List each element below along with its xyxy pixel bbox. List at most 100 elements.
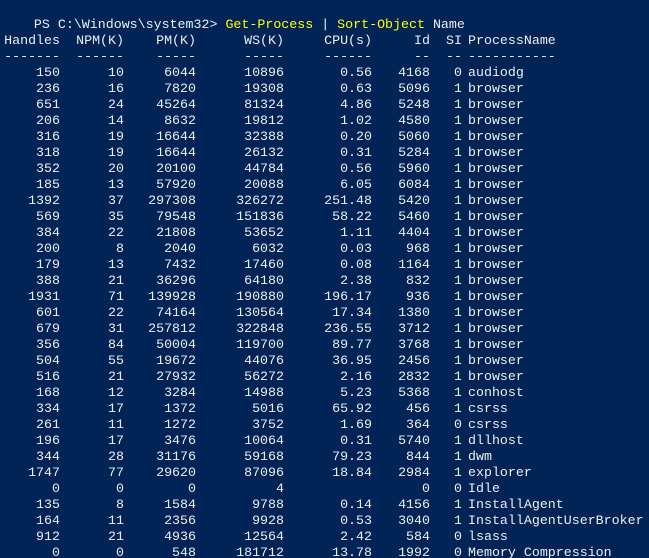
table-row: 200 8 2040 6032 0.03 968 1 browser — [2, 241, 649, 257]
table-row: 516 21 27932 56272 2.16 2832 1 browser — [2, 369, 649, 385]
cell-handles: 344 — [36, 449, 60, 464]
table-row: 388 21 36296 64180 2.38 832 1 browser — [2, 273, 649, 289]
cell-ws: 322848 — [236, 321, 284, 336]
table-row: 344 28 31176 59168 79.23 844 1 dwm — [2, 449, 649, 465]
cell-name: browser — [468, 113, 524, 128]
cell-cpu: 2.42 — [340, 529, 372, 544]
cell-ws: 10064 — [244, 433, 284, 448]
cell-cpu: 1.69 — [340, 417, 372, 432]
table-row: 356 84 50004 119700 89.77 3768 1 browser — [2, 337, 649, 353]
column-header-pm: PM(K) — [156, 33, 196, 48]
cell-ws: 56272 — [244, 369, 284, 384]
cell-cpu: 0.53 — [340, 513, 372, 528]
cell-cpu: 236.55 — [324, 321, 372, 336]
cell-pm: 548 — [172, 545, 196, 558]
cell-si: 1 — [454, 449, 462, 464]
cell-npm: 10 — [108, 65, 124, 80]
cell-pm: 29620 — [156, 465, 196, 480]
cell-cpu: 36.95 — [332, 353, 372, 368]
cell-name: browser — [468, 161, 524, 176]
cell-name: browser — [468, 225, 524, 240]
table-row: 150 10 6044 10896 0.56 4168 0 audiodg — [2, 65, 649, 81]
cell-cpu: 251.48 — [324, 193, 372, 208]
table-row: 316 19 16644 32388 0.20 5060 1 browser — [2, 129, 649, 145]
cell-cpu: 1.02 — [340, 113, 372, 128]
cell-ws: 44784 — [244, 161, 284, 176]
cell-handles: 0 — [52, 545, 60, 558]
table-row: 0 0 548 181712 13.78 1992 0 Memory Compression — [2, 545, 649, 558]
cell-cpu: 2.38 — [340, 273, 372, 288]
cell-handles: 135 — [36, 497, 60, 512]
cell-name: browser — [468, 321, 524, 336]
cell-si: 1 — [454, 497, 462, 512]
cell-handles: 150 — [36, 65, 60, 80]
cell-pm: 7432 — [164, 257, 196, 272]
cell-pm: 21808 — [156, 225, 196, 240]
cell-ws: 6032 — [252, 241, 284, 256]
cell-name: browser — [468, 193, 524, 208]
cell-handles: 352 — [36, 161, 60, 176]
cell-id: 584 — [406, 529, 430, 544]
cell-pm: 50004 — [156, 337, 196, 352]
cell-ws: 14988 — [244, 385, 284, 400]
cell-cpu: 0.14 — [340, 497, 372, 512]
cell-id: 5060 — [398, 129, 430, 144]
cell-id: 5248 — [398, 97, 430, 112]
column-header-handles: Handles — [4, 33, 60, 48]
cell-si: 1 — [454, 401, 462, 416]
cell-npm: 24 — [108, 97, 124, 112]
cell-si: 1 — [454, 465, 462, 480]
cell-handles: 318 — [36, 145, 60, 160]
cell-id: 5096 — [398, 81, 430, 96]
cell-ws: 19308 — [244, 81, 284, 96]
table-row: 601 22 74164 130564 17.34 1380 1 browser — [2, 305, 649, 321]
cell-ws: 190880 — [236, 289, 284, 304]
cell-handles: 164 — [36, 513, 60, 528]
cell-npm: 19 — [108, 129, 124, 144]
cell-id: 4580 — [398, 113, 430, 128]
cell-id: 5284 — [398, 145, 430, 160]
cell-id: 1164 — [398, 257, 430, 272]
cell-pm: 7820 — [164, 81, 196, 96]
cell-npm: 77 — [108, 465, 124, 480]
cell-npm: 13 — [108, 257, 124, 272]
cell-si: 1 — [454, 289, 462, 304]
cell-id: 0 — [422, 481, 430, 496]
cell-cpu: 1.11 — [340, 225, 372, 240]
cell-cpu: 0.56 — [340, 65, 372, 80]
cell-name: browser — [468, 129, 524, 144]
table-row: 196 17 3476 10064 0.31 5740 1 dllhost — [2, 433, 649, 449]
cell-handles: 356 — [36, 337, 60, 352]
cell-ws: 20088 — [244, 177, 284, 192]
cell-pm: 57920 — [156, 177, 196, 192]
cell-ws: 17460 — [244, 257, 284, 272]
cell-cpu: 0.08 — [340, 257, 372, 272]
separator-pm: ----- — [156, 49, 196, 64]
cell-si: 1 — [454, 433, 462, 448]
table-row: 334 17 1372 5016 65.92 456 1 csrss — [2, 401, 649, 417]
cell-handles: 168 — [36, 385, 60, 400]
cell-pm: 16644 — [156, 145, 196, 160]
cell-name: dllhost — [468, 433, 524, 448]
separator-ws: ----- — [244, 49, 284, 64]
table-row: 318 19 16644 26132 0.31 5284 1 browser — [2, 145, 649, 161]
cell-id: 364 — [406, 417, 430, 432]
cell-npm: 35 — [108, 209, 124, 224]
table-row: 168 12 3284 14988 5.23 5368 1 conhost — [2, 385, 649, 401]
cell-handles: 0 — [52, 481, 60, 496]
cell-handles: 651 — [36, 97, 60, 112]
powershell-console[interactable]: PS C:\Windows\system32> Get-Process | So… — [0, 0, 649, 558]
cell-cpu: 0.63 — [340, 81, 372, 96]
cell-si: 1 — [454, 193, 462, 208]
cell-id: 5460 — [398, 209, 430, 224]
cell-si: 0 — [454, 529, 462, 544]
cell-npm: 20 — [108, 161, 124, 176]
cell-pm: 27932 — [156, 369, 196, 384]
cell-pm: 1272 — [164, 417, 196, 432]
cell-ws: 181712 — [236, 545, 284, 558]
cell-pm: 297308 — [148, 193, 196, 208]
cell-name: Memory Compression — [468, 545, 612, 558]
cell-npm: 22 — [108, 305, 124, 320]
table-row: 164 11 2356 9928 0.53 3040 1 InstallAgentUserBr… — [2, 513, 649, 529]
table-row: 261 11 1272 3752 1.69 364 0 csrss — [2, 417, 649, 433]
